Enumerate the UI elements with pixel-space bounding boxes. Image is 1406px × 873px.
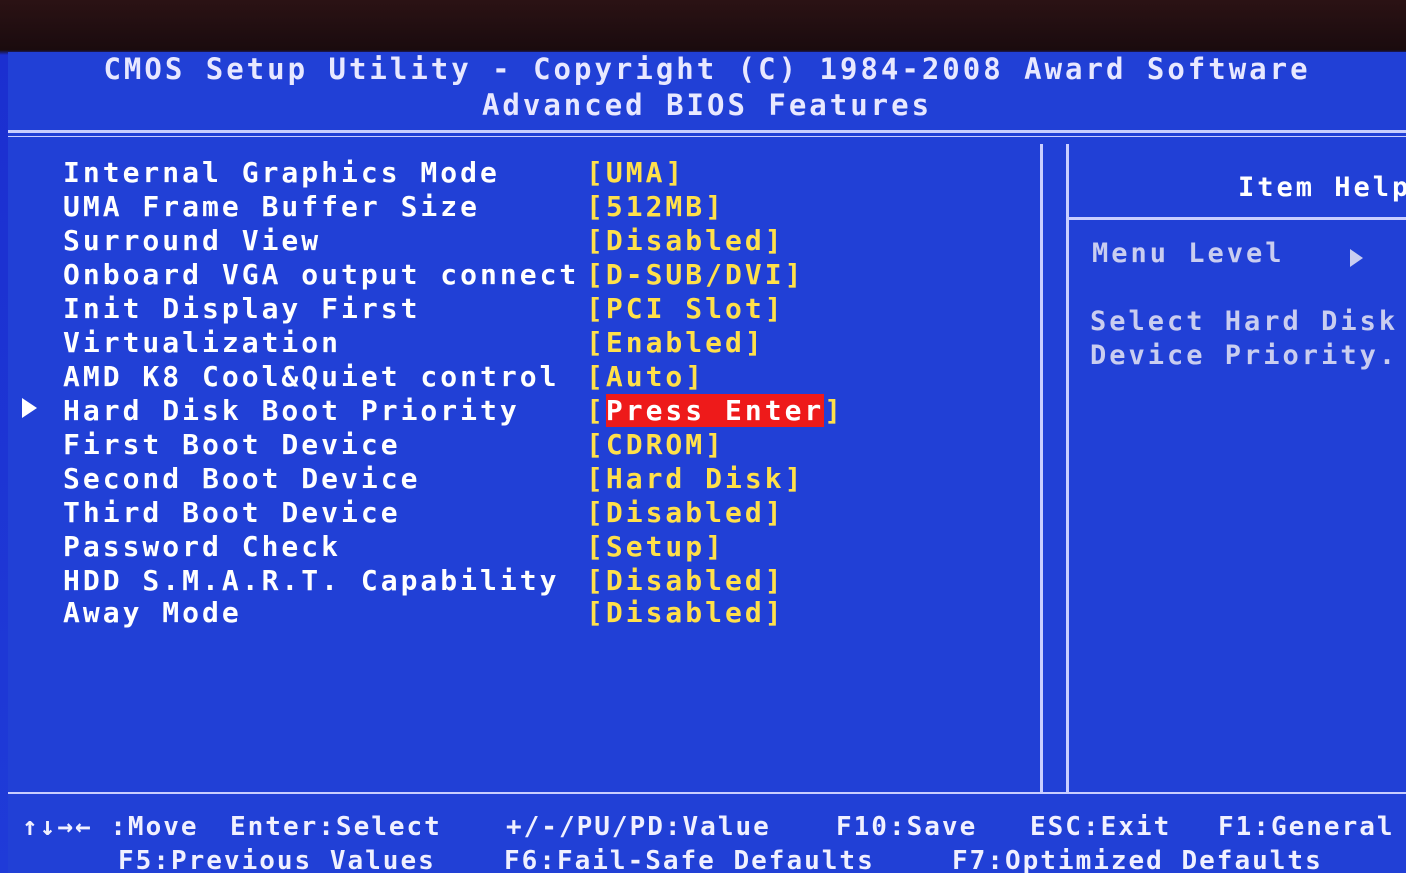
footer-save-hint: F10:Save: [836, 812, 978, 842]
footer: ↑↓→← :Move Enter:Select +/-/PU/PD:Value …: [8, 794, 1406, 873]
setting-password-check[interactable]: Password Check [Setup]: [8, 530, 1048, 563]
setting-label: First Boot Device: [63, 428, 401, 461]
setting-value[interactable]: [Enabled]: [586, 326, 765, 359]
setting-value[interactable]: [D-SUB/DVI]: [586, 258, 804, 291]
setting-hdd-smart[interactable]: HDD S.M.A.R.T. Capability [Disabled]: [8, 564, 1048, 597]
setting-label: Hard Disk Boot Priority: [63, 394, 520, 427]
footer-general-help-hint: F1:General: [1218, 812, 1395, 842]
setting-value[interactable]: [Hard Disk]: [586, 462, 804, 495]
utility-title: CMOS Setup Utility - Copyright (C) 1984-…: [103, 52, 1311, 86]
setting-label: AMD K8 Cool&Quiet control: [63, 360, 560, 393]
setting-label: HDD S.M.A.R.T. Capability: [63, 564, 560, 597]
setting-label: Away Mode: [63, 596, 242, 629]
setting-value[interactable]: [PCI Slot]: [586, 292, 785, 325]
setting-onboard-vga-output[interactable]: Onboard VGA output connect [D-SUB/DVI]: [8, 258, 1048, 291]
right-triangle-icon: [1350, 249, 1363, 267]
setting-internal-graphics-mode[interactable]: Internal Graphics Mode [UMA]: [8, 156, 1048, 189]
help-panel-border: [1066, 144, 1069, 794]
footer-select-hint: Enter:Select: [230, 812, 442, 842]
setting-value[interactable]: [UMA]: [586, 156, 685, 189]
setting-value[interactable]: [512MB]: [586, 190, 725, 223]
setting-label: Second Boot Device: [63, 462, 421, 495]
setting-third-boot-device[interactable]: Third Boot Device [Disabled]: [8, 496, 1048, 529]
header-divider: [8, 130, 1406, 133]
setting-surround-view[interactable]: Surround View [Disabled]: [8, 224, 1048, 257]
setting-virtualization[interactable]: Virtualization [Enabled]: [8, 326, 1048, 359]
setting-hard-disk-boot-priority[interactable]: Hard Disk Boot Priority [Press Enter]: [8, 394, 1048, 427]
setting-value[interactable]: [CDROM]: [586, 428, 725, 461]
setting-away-mode[interactable]: Away Mode [Disabled]: [8, 596, 1048, 629]
footer-optimized-defaults-hint: F7:Optimized Defaults: [952, 846, 1323, 873]
help-description-line1: Select Hard Disk: [1090, 306, 1399, 337]
setting-label: Internal Graphics Mode: [63, 156, 500, 189]
setting-value[interactable]: [Setup]: [586, 530, 725, 563]
footer-value-hint: +/-/PU/PD:Value: [506, 812, 771, 842]
setting-value[interactable]: [Press Enter]: [586, 394, 844, 427]
help-title-divider: [1066, 217, 1406, 220]
help-description-line2: Device Priority.: [1090, 340, 1399, 371]
setting-label: UMA Frame Buffer Size: [63, 190, 481, 223]
page-title: Advanced BIOS Features: [481, 88, 933, 122]
setting-label: Init Display First: [63, 292, 421, 325]
submenu-arrow-icon: [22, 398, 37, 418]
help-title: Item Help: [1238, 172, 1406, 203]
setting-label: Onboard VGA output connect: [63, 258, 580, 291]
menu-level-label: Menu Level: [1092, 238, 1285, 269]
setting-label: Surround View: [63, 224, 322, 257]
bracket-close: ]: [824, 394, 845, 427]
setting-value[interactable]: [Disabled]: [586, 564, 785, 597]
footer-move-hint: ↑↓→← :Move: [22, 812, 199, 842]
setting-label: Password Check: [63, 530, 342, 563]
setting-label: Virtualization: [63, 326, 342, 359]
setting-value[interactable]: [Disabled]: [586, 496, 785, 529]
selected-value-press-enter[interactable]: Press Enter: [605, 394, 825, 427]
footer-exit-hint: ESC:Exit: [1030, 812, 1172, 842]
footer-failsafe-defaults-hint: F6:Fail-Safe Defaults: [504, 846, 875, 873]
setting-value[interactable]: [Disabled]: [586, 224, 785, 257]
bracket-open: [: [586, 394, 606, 427]
setting-value[interactable]: [Auto]: [586, 360, 705, 393]
setting-amd-cool-quiet[interactable]: AMD K8 Cool&Quiet control [Auto]: [8, 360, 1048, 393]
setting-label: Third Boot Device: [63, 496, 401, 529]
setting-value[interactable]: [Disabled]: [586, 596, 785, 629]
header-divider-inner: [8, 136, 1406, 137]
footer-previous-values-hint: F5:Previous Values: [118, 846, 436, 873]
setting-second-boot-device[interactable]: Second Boot Device [Hard Disk]: [8, 462, 1048, 495]
setting-init-display-first[interactable]: Init Display First [PCI Slot]: [8, 292, 1048, 325]
setting-uma-frame-buffer-size[interactable]: UMA Frame Buffer Size [512MB]: [8, 190, 1048, 223]
setting-first-boot-device[interactable]: First Boot Device [CDROM]: [8, 428, 1048, 461]
bios-screen: CMOS Setup Utility - Copyright (C) 1984-…: [0, 0, 1406, 873]
bios-window: CMOS Setup Utility - Copyright (C) 1984-…: [8, 52, 1406, 873]
